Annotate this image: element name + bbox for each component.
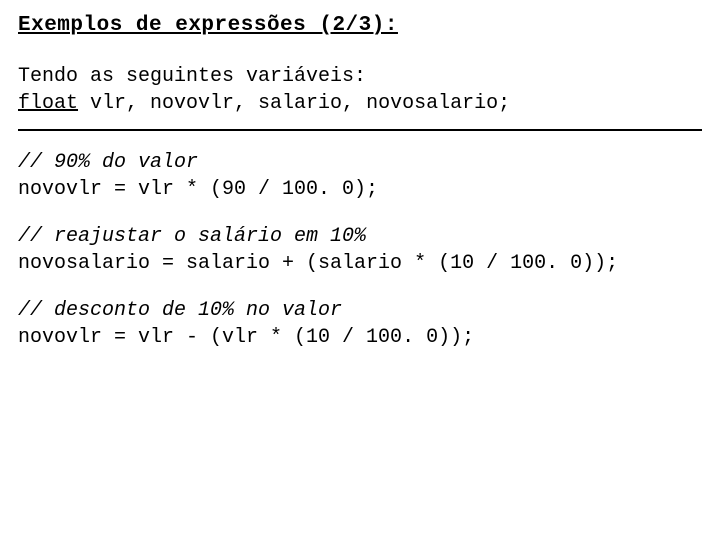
page-title: Exemplos de expressões (2/3): (18, 14, 702, 37)
code-line: novosalario = salario + (salario * (10 /… (18, 250, 702, 277)
example-3: // desconto de 10% no valor novovlr = vl… (18, 297, 702, 351)
slide: Exemplos de expressões (2/3): Tendo as s… (0, 0, 720, 369)
code-line: novovlr = vlr - (vlr * (10 / 100. 0)); (18, 324, 702, 351)
intro-line: Tendo as seguintes variáveis: (18, 63, 702, 90)
declaration-vars: vlr, novovlr, salario, novosalario; (78, 92, 510, 115)
intro-block: Tendo as seguintes variáveis: float vlr,… (18, 63, 702, 117)
example-2: // reajustar o salário em 10% novosalari… (18, 223, 702, 277)
declaration-line: float vlr, novovlr, salario, novosalario… (18, 90, 702, 117)
type-keyword: float (18, 92, 78, 115)
spacer (18, 277, 702, 297)
comment-line: // reajustar o salário em 10% (18, 223, 702, 250)
example-1: // 90% do valor novovlr = vlr * (90 / 10… (18, 149, 702, 203)
code-line: novovlr = vlr * (90 / 100. 0); (18, 176, 702, 203)
divider (18, 129, 702, 131)
comment-line: // desconto de 10% no valor (18, 297, 702, 324)
spacer (18, 203, 702, 223)
comment-line: // 90% do valor (18, 149, 702, 176)
